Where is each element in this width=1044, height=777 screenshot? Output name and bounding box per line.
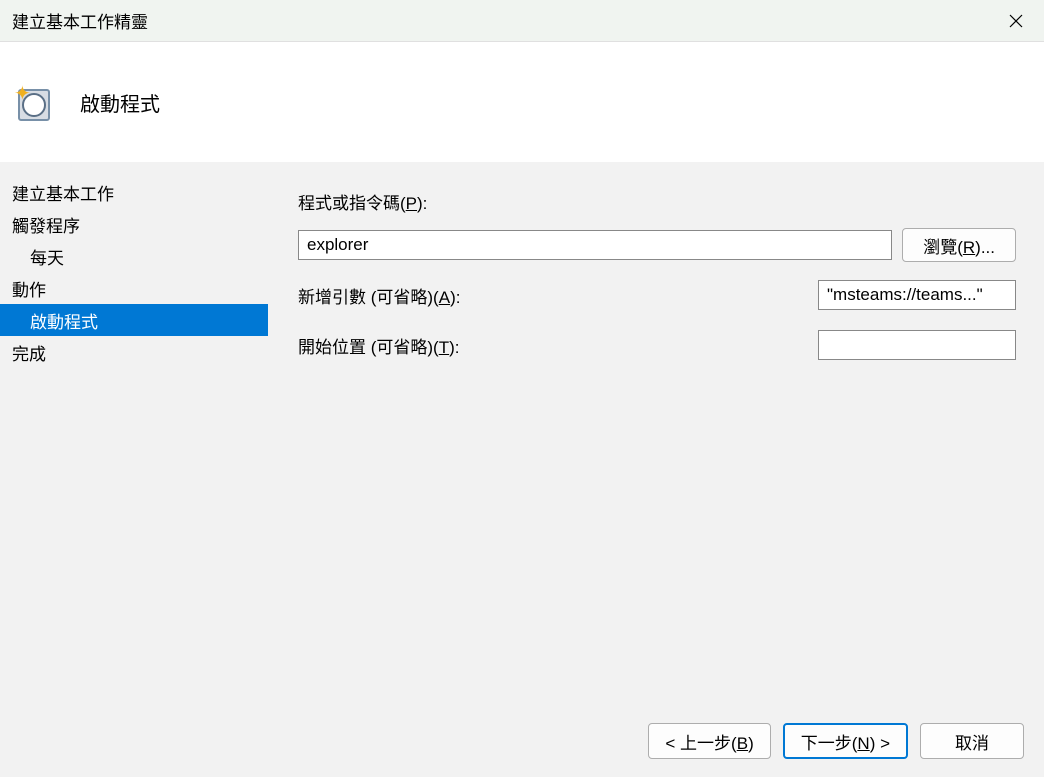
titlebar: 建立基本工作精靈 — [0, 0, 1044, 42]
program-input[interactable] — [298, 230, 892, 260]
next-button[interactable]: 下一步(N) > — [783, 723, 908, 759]
arguments-label: 新增引數 (可省略)(A): — [298, 283, 460, 308]
sidebar-item-action[interactable]: 動作 — [8, 272, 268, 304]
wizard-main: 程式或指令碼(P): 瀏覽(R)... 新增引數 (可省略)(A): 開始位置 … — [268, 162, 1044, 777]
close-button[interactable] — [1000, 5, 1032, 37]
wizard-header: ✦ 啟動程式 — [0, 42, 1044, 162]
sidebar-item-start-program[interactable]: 啟動程式 — [0, 304, 268, 336]
sidebar-item-daily[interactable]: 每天 — [8, 240, 268, 272]
cancel-button[interactable]: 取消 — [920, 723, 1024, 759]
button-bar: < 上一步(B) 下一步(N) > 取消 — [648, 723, 1024, 759]
window-title: 建立基本工作精靈 — [12, 8, 148, 33]
program-label: 程式或指令碼(P): — [298, 189, 427, 214]
startin-input[interactable] — [818, 330, 1016, 360]
sidebar-item-trigger[interactable]: 觸發程序 — [8, 208, 268, 240]
back-button[interactable]: < 上一步(B) — [648, 723, 770, 759]
arguments-input[interactable] — [818, 280, 1016, 310]
close-icon — [1009, 14, 1023, 28]
browse-button[interactable]: 瀏覽(R)... — [902, 228, 1016, 262]
wizard-body: 建立基本工作 觸發程序 每天 動作 啟動程式 完成 程式或指令碼(P): 瀏覽(… — [0, 162, 1044, 777]
wizard-sidebar: 建立基本工作 觸發程序 每天 動作 啟動程式 完成 — [0, 162, 268, 777]
task-scheduler-icon: ✦ — [14, 81, 56, 123]
sidebar-item-create-task[interactable]: 建立基本工作 — [8, 176, 268, 208]
startin-label: 開始位置 (可省略)(T): — [298, 333, 460, 358]
page-title: 啟動程式 — [80, 88, 160, 117]
sidebar-item-finish[interactable]: 完成 — [8, 336, 268, 368]
